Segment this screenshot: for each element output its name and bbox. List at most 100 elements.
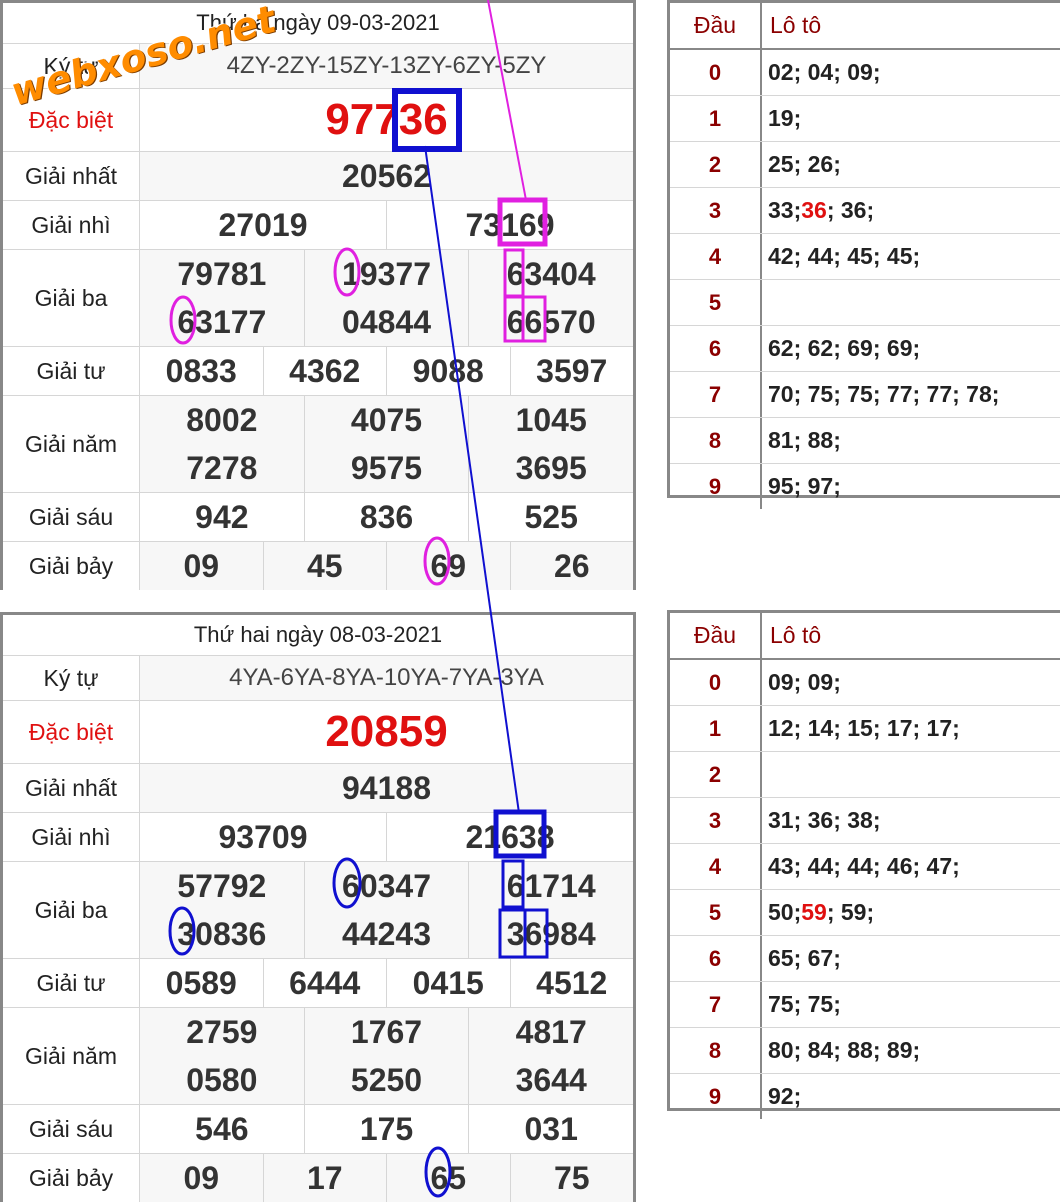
loto-row: 0 09; 09; xyxy=(670,660,1060,706)
prize-line: 30836 44243 36984 xyxy=(140,910,633,958)
loto-row: 9 92; xyxy=(670,1074,1060,1119)
loto-values: 43; 44; 44; 46; 47; xyxy=(762,844,1060,889)
prize-number: 1767 xyxy=(303,1008,469,1056)
prize-row: Giải nhì 27019 73169 xyxy=(3,201,633,250)
loto-row: 6 62; 62; 69; 69; xyxy=(670,326,1060,372)
loto-values: 02; 04; 09; xyxy=(762,50,1060,95)
prize-label: Giải sáu xyxy=(3,1105,140,1153)
loto-text: 12; 14; 15; 17; 17; xyxy=(768,715,960,741)
loto-text: 19; xyxy=(768,105,802,131)
prize-label: Giải tư xyxy=(3,959,140,1007)
loto-text: 75; 75; xyxy=(768,991,841,1017)
dau-digit: 4 xyxy=(670,234,762,279)
prize-number: 5250 xyxy=(303,1056,469,1104)
loto-row: 8 80; 84; 88; 89; xyxy=(670,1028,1060,1074)
loto-table-2: Đầu Lô tô 0 09; 09; 1 12; 14; 15; 17; 17; 2 3 31… xyxy=(667,610,1060,1119)
prize-label: Giải nhất xyxy=(3,764,140,812)
prize-values: 27019 73169 xyxy=(140,201,633,249)
prize-values: 0833 4362 9088 3597 xyxy=(140,347,633,395)
loto-values: 70; 75; 75; 77; 77; 78; xyxy=(762,372,1060,417)
prize-label: Giải năm xyxy=(3,396,140,492)
prize-values: 942 836 525 xyxy=(140,493,633,541)
prize-row: Giải năm 8002 4075 1045 7278 9575 3695 xyxy=(3,396,633,493)
prize-label: Giải ba xyxy=(3,862,140,958)
draw-date-header: Thứ hai ngày 08-03-2021 xyxy=(3,615,633,656)
prize-values: 97736 xyxy=(140,89,633,151)
prize-line: 97736 xyxy=(140,89,633,151)
loto-values: 62; 62; 69; 69; xyxy=(762,326,1060,371)
loto-row: 4 43; 44; 44; 46; 47; xyxy=(670,844,1060,890)
loto-text: 31; 36; 38; xyxy=(768,807,881,833)
dau-digit: 9 xyxy=(670,464,762,509)
prize-number: 0833 xyxy=(165,352,237,389)
prize-number: 75 xyxy=(509,1154,634,1202)
loto-row: 1 12; 14; 15; 17; 17; xyxy=(670,706,1060,752)
prize-number: 63404 xyxy=(468,250,633,298)
loto-values: 80; 84; 88; 89; xyxy=(762,1028,1060,1073)
prize-line: 09 45 69 26 xyxy=(140,542,633,590)
prize-row: Giải năm 2759 1767 4817 0580 5250 3644 xyxy=(3,1008,633,1105)
prize-line: 0589 6444 0415 4512 xyxy=(140,959,633,1007)
prize-number: 17 xyxy=(262,1154,387,1202)
prize-line: 20562 xyxy=(140,152,633,200)
prize-number: 2759 xyxy=(186,1013,258,1050)
prize-line: 27019 73169 xyxy=(140,201,633,249)
prize-number: 09 xyxy=(183,547,220,584)
loto-header: Lô tô xyxy=(770,622,822,648)
prize-number: 94188 xyxy=(342,769,431,806)
prize-values: 09 45 69 26 xyxy=(140,542,633,590)
loto-values: 65; 67; xyxy=(762,936,1060,981)
prize-line: 546 175 031 xyxy=(140,1105,633,1153)
dau-digit: 5 xyxy=(670,280,762,325)
prize-number: 9088 xyxy=(386,347,510,395)
loto-values: 50; 59; 59; xyxy=(762,890,1060,935)
prize-number: 175 xyxy=(303,1105,469,1153)
loto-text: 02; 04; 09; xyxy=(768,59,881,85)
prize-label: Giải năm xyxy=(3,1008,140,1104)
prize-number: 61714 xyxy=(468,862,633,910)
loto-highlight: 36 xyxy=(801,197,827,223)
prize-number: 7278 xyxy=(186,449,258,486)
loto-text: 42; 44; 45; 45; xyxy=(768,243,921,269)
loto-values: 92; xyxy=(762,1074,1060,1119)
prize-number: 4512 xyxy=(509,959,634,1007)
prize-number: 44243 xyxy=(303,910,469,958)
prize-number: 21638 xyxy=(386,813,633,861)
prize-number: 73169 xyxy=(386,201,633,249)
loto-text: 92; xyxy=(768,1083,802,1109)
loto-values: 12; 14; 15; 17; 17; xyxy=(762,706,1060,751)
prize-values: 20859 xyxy=(140,701,633,763)
loto-text: 50; xyxy=(768,899,802,925)
prize-values: 546 175 031 xyxy=(140,1105,633,1153)
loto-row: 5 xyxy=(670,280,1060,326)
loto-row: 7 75; 75; xyxy=(670,982,1060,1028)
prize-line: 94188 xyxy=(140,764,633,812)
prize-label: Giải nhì xyxy=(3,813,140,861)
loto-values: 42; 44; 45; 45; xyxy=(762,234,1060,279)
prize-number: 4075 xyxy=(303,396,469,444)
prize-label: Ký tự xyxy=(3,656,140,700)
dau-header: Đầu xyxy=(670,613,762,658)
prize-number: 1045 xyxy=(468,396,633,444)
prize-label: Giải nhì xyxy=(3,201,140,249)
special-prize-number: 20859 xyxy=(325,707,448,756)
prize-number: 546 xyxy=(195,1110,249,1147)
prize-number: 26 xyxy=(509,542,634,590)
prize-number: 93709 xyxy=(218,818,308,855)
prize-line: 7278 9575 3695 xyxy=(140,444,633,492)
prize-number: 60347 xyxy=(303,862,469,910)
prize-number: 04844 xyxy=(303,298,469,346)
loto-values: 33; 36; 36; xyxy=(762,188,1060,233)
prize-row: Đặc biệt 20859 xyxy=(3,701,633,764)
dau-digit: 2 xyxy=(670,752,762,797)
prize-number: 19377 xyxy=(303,250,469,298)
prize-values: 8002 4075 1045 7278 9575 3695 xyxy=(140,396,633,492)
prize-number: 27019 xyxy=(218,206,308,243)
prize-line: 4YA-6YA-8YA-10YA-7YA-3YA xyxy=(140,656,633,700)
prize-number: 30836 xyxy=(177,915,267,952)
loto-text: 09; 09; xyxy=(768,669,841,695)
prize-line: 09 17 65 75 xyxy=(140,1154,633,1202)
prize-line: 0580 5250 3644 xyxy=(140,1056,633,1104)
loto-row: 6 65; 67; xyxy=(670,936,1060,982)
prize-number: 0415 xyxy=(386,959,510,1007)
